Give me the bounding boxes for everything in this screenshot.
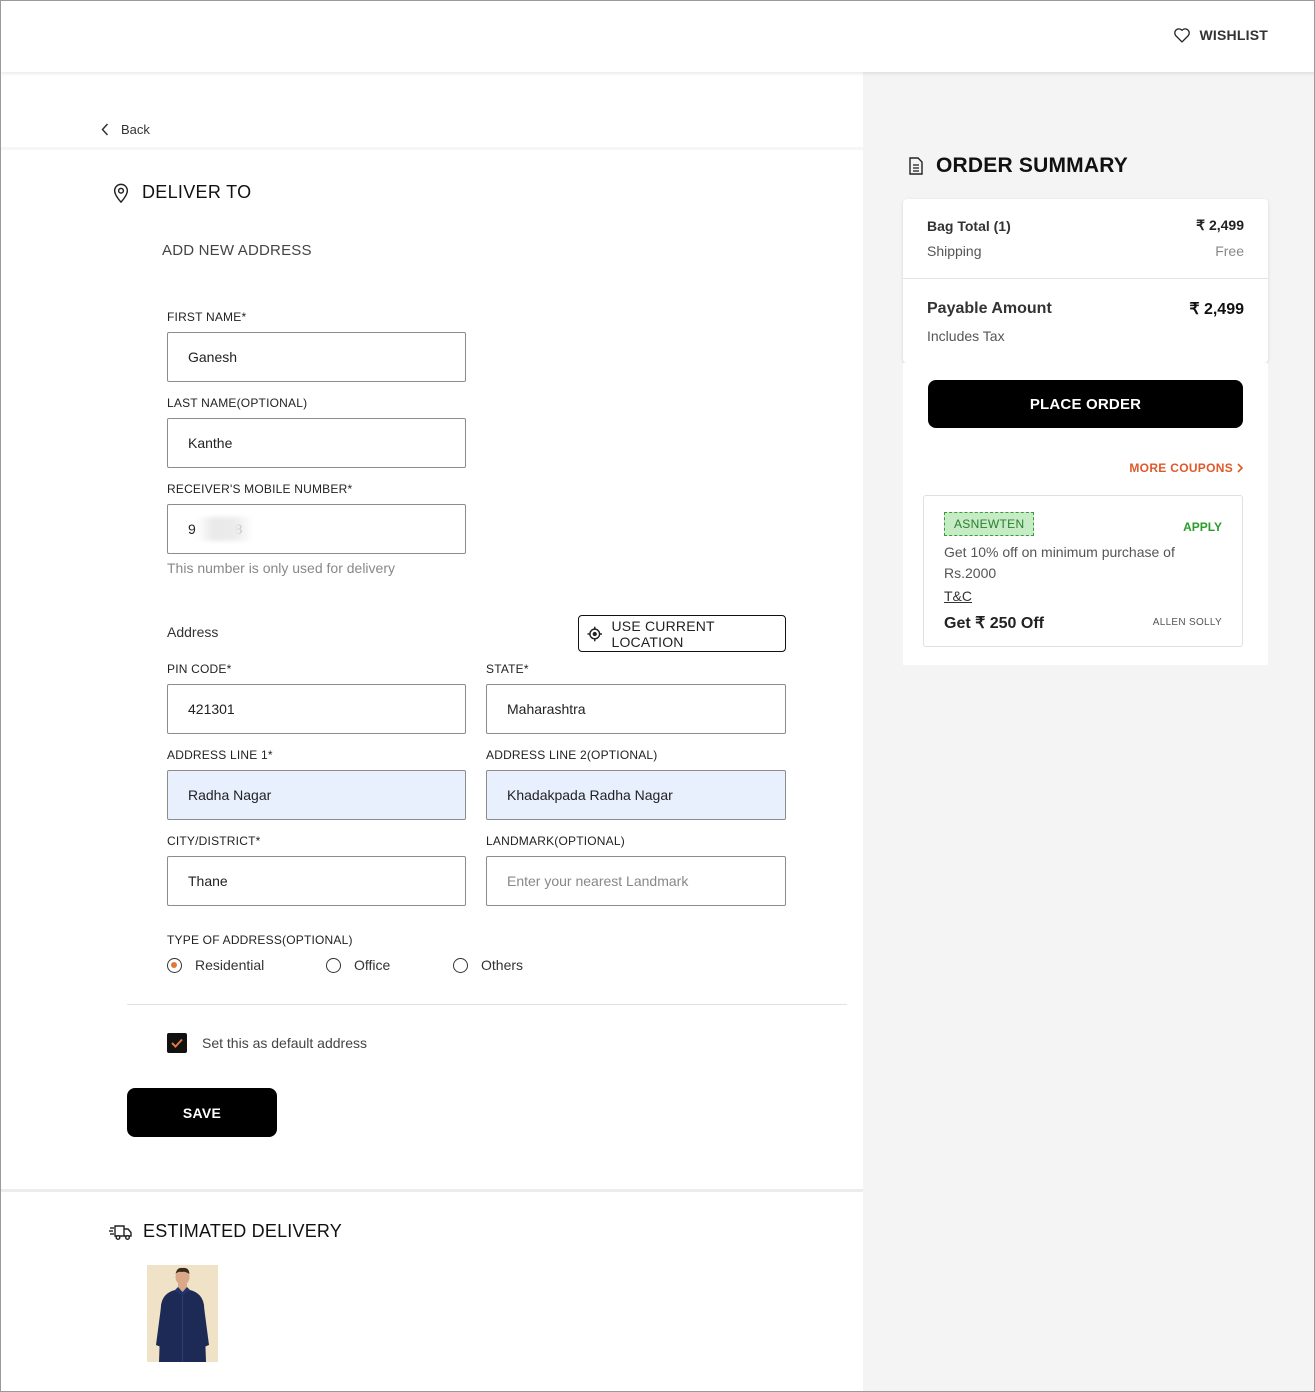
radio-residential[interactable]: Residential <box>167 957 264 973</box>
top-header: WISHLIST <box>1 1 1314 72</box>
coupon-brand: ALLEN SOLLY <box>1152 617 1222 628</box>
back-link[interactable]: Back <box>101 122 150 137</box>
more-coupons-label: MORE COUPONS <box>1129 461 1233 475</box>
deliver-to-heading: DELIVER TO <box>112 182 251 203</box>
chevron-left-icon <box>101 123 109 136</box>
heart-icon <box>1173 28 1190 43</box>
default-address-label: Set this as default address <box>202 1035 367 1051</box>
deliver-to-title: DELIVER TO <box>142 182 252 202</box>
state-label: STATE* <box>486 662 529 676</box>
radio-circle-selected <box>167 957 182 973</box>
order-summary-title: ORDER SUMMARY <box>936 154 1128 177</box>
address-line1-input[interactable] <box>167 770 466 820</box>
save-button[interactable]: SAVE <box>127 1088 277 1137</box>
bag-total-label: Bag Total (1) <box>927 217 1011 234</box>
payable-section: Payable Amount ₹ 2,499 Includes Tax <box>903 279 1268 363</box>
address-line2-input[interactable] <box>486 770 786 820</box>
last-name-label: LAST NAME(OPTIONAL) <box>167 396 308 410</box>
coupon-description: Get 10% off on minimum purchase of Rs.20… <box>944 544 1175 581</box>
section-divider <box>1 1189 863 1192</box>
back-label: Back <box>121 122 150 137</box>
apply-coupon-button[interactable]: APPLY <box>1183 520 1222 534</box>
radio-others[interactable]: Others <box>453 957 523 973</box>
bag-total-value: ₹ 2,499 <box>1196 217 1244 233</box>
mobile-helper-text: This number is only used for delivery <box>167 560 395 576</box>
first-name-input[interactable] <box>167 332 466 382</box>
radio-circle <box>453 957 468 973</box>
more-coupons-link[interactable]: MORE COUPONS <box>1129 461 1243 475</box>
product-thumbnail[interactable] <box>147 1265 218 1362</box>
radio-label: Others <box>481 957 524 973</box>
checkout-page: WISHLIST Back DELIVER TO ADD NEW ADDRESS… <box>0 0 1315 1392</box>
address-line1-label: ADDRESS LINE 1* <box>167 748 273 762</box>
checkmark-icon <box>171 1038 183 1048</box>
address-type-label: TYPE OF ADDRESS(OPTIONAL) <box>167 933 353 947</box>
radio-label: Office <box>354 957 391 973</box>
coupon-saving: Get ₹ 250 Off <box>944 615 1044 632</box>
address-line2-label: ADDRESS LINE 2(OPTIONAL) <box>486 748 658 762</box>
coupon-section: PLACE ORDER MORE COUPONS ASNEWTEN APPLY … <box>903 363 1268 665</box>
use-current-location-button[interactable]: USE CURRENT LOCATION <box>578 615 786 652</box>
address-heading: Address <box>167 624 219 640</box>
pin-code-label: PIN CODE* <box>167 662 232 676</box>
first-name-label: FIRST NAME* <box>167 310 247 324</box>
order-summary-heading: ORDER SUMMARY <box>908 154 1128 178</box>
landmark-label: LANDMARK(OPTIONAL) <box>486 834 625 848</box>
delivery-truck-icon <box>109 1224 132 1240</box>
shipping-label: Shipping <box>927 243 982 259</box>
chevron-right-icon <box>1237 463 1243 473</box>
divider <box>127 1004 847 1005</box>
product-image <box>147 1265 218 1362</box>
redacted-mask <box>197 517 253 541</box>
coupon-card: ASNEWTEN APPLY Get 10% off on minimum pu… <box>923 495 1243 647</box>
crosshair-icon <box>587 626 603 641</box>
shipping-value: Free <box>1215 243 1244 259</box>
use-current-location-label: USE CURRENT LOCATION <box>611 617 715 650</box>
default-address-checkbox[interactable] <box>167 1033 187 1053</box>
includes-tax-label: Includes Tax <box>927 328 1005 344</box>
order-summary-panel: ORDER SUMMARY Bag Total (1) ₹ 2,499 Ship… <box>863 72 1314 1391</box>
wishlist-link[interactable]: WISHLIST <box>1173 27 1268 43</box>
add-new-address-title: ADD NEW ADDRESS <box>162 242 312 259</box>
price-summary-card: Bag Total (1) ₹ 2,499 Shipping Free Paya… <box>903 199 1268 363</box>
place-order-button[interactable]: PLACE ORDER <box>928 380 1243 428</box>
estimated-delivery-heading: ESTIMATED DELIVERY <box>109 1221 342 1242</box>
receipt-icon <box>909 157 923 175</box>
radio-label: Residential <box>195 957 265 973</box>
city-label: CITY/DISTRICT* <box>167 834 261 848</box>
payable-amount-label: Payable Amount <box>927 300 1052 317</box>
radio-office[interactable]: Office <box>326 957 390 973</box>
radio-circle <box>326 957 341 973</box>
location-pin-icon <box>113 183 129 203</box>
terms-link[interactable]: T&C <box>944 588 972 604</box>
divider <box>1 147 863 150</box>
bag-total-section: Bag Total (1) ₹ 2,499 Shipping Free <box>903 199 1268 279</box>
mobile-number-label: RECEIVER'S MOBILE NUMBER* <box>167 482 353 496</box>
landmark-input[interactable] <box>486 856 786 906</box>
city-input[interactable] <box>167 856 466 906</box>
last-name-input[interactable] <box>167 418 466 468</box>
wishlist-label: WISHLIST <box>1199 27 1268 43</box>
payable-amount-value: ₹ 2,499 <box>1189 301 1244 318</box>
pin-code-input[interactable] <box>167 684 466 734</box>
state-input[interactable] <box>486 684 786 734</box>
coupon-code: ASNEWTEN <box>944 512 1035 536</box>
estimated-delivery-title: ESTIMATED DELIVERY <box>143 1221 342 1241</box>
